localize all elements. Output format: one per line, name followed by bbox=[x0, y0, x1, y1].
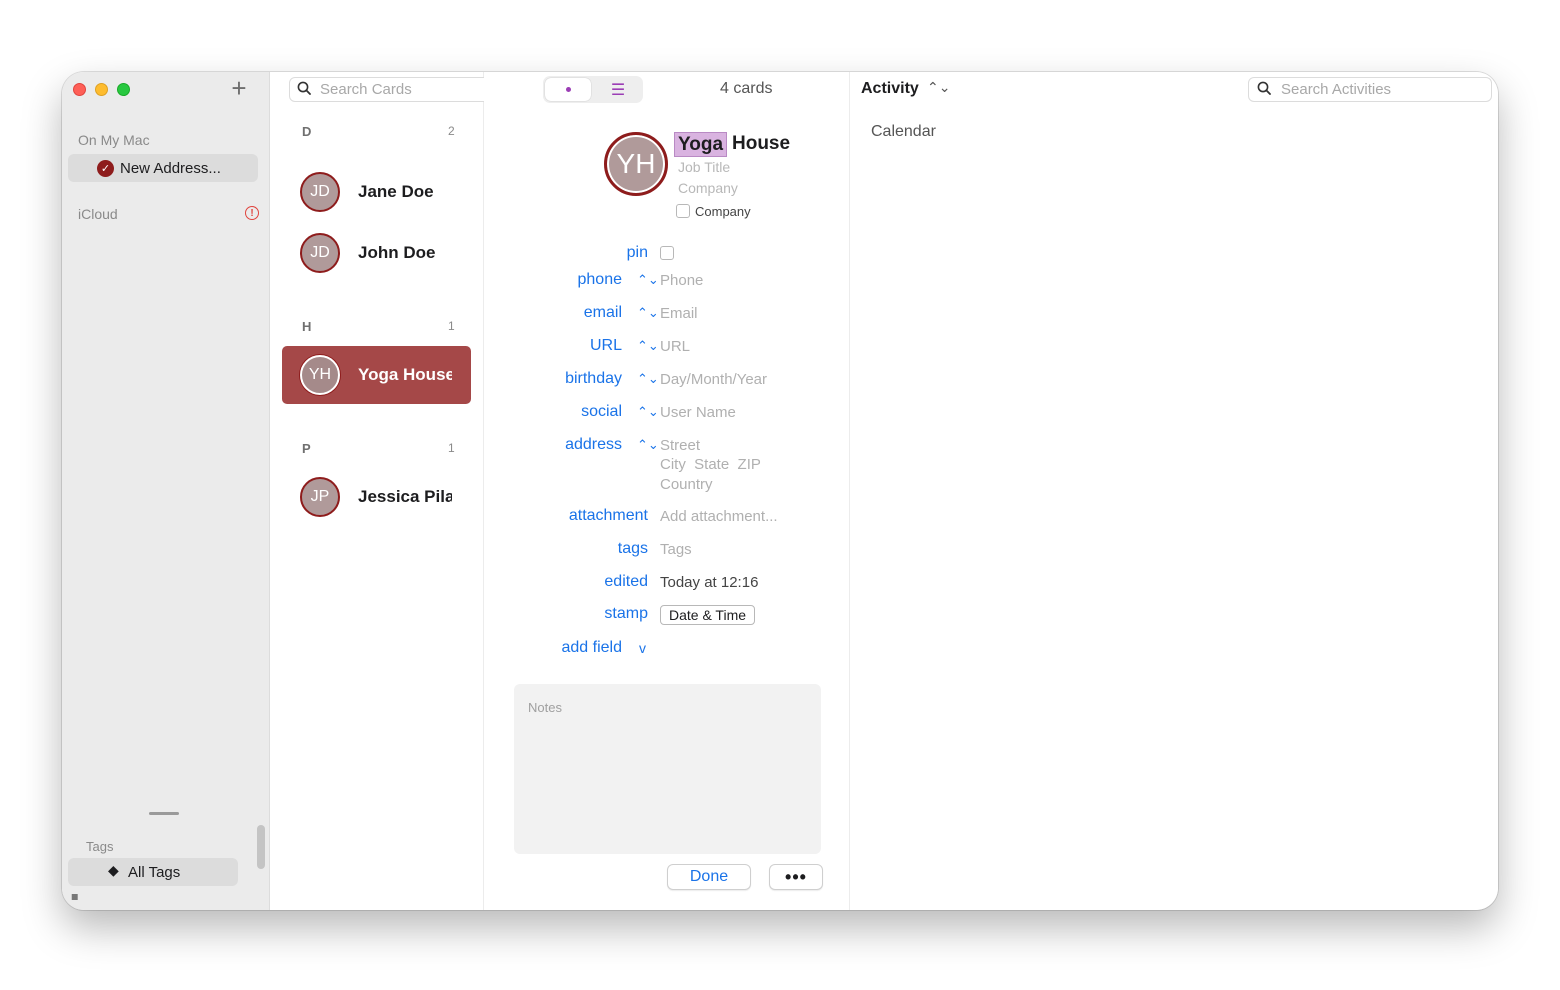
warning-icon[interactable]: ! bbox=[245, 206, 259, 220]
activity-panel: Activity ⌃⌄ Search Activities Calendar bbox=[850, 72, 1498, 910]
contact-name: Jessica Pila bbox=[358, 487, 452, 506]
notes-field[interactable]: Notes bbox=[514, 684, 821, 854]
avatar: JD bbox=[300, 172, 340, 212]
avatar: JP bbox=[300, 477, 340, 517]
search-placeholder: Search Cards bbox=[320, 81, 412, 98]
pin-label: pin bbox=[626, 244, 648, 261]
avatar: JD bbox=[300, 233, 340, 273]
section-label-icloud: iCloud bbox=[78, 206, 118, 222]
section-label-on-my-mac: On My Mac bbox=[78, 132, 150, 148]
sidebar: + On My Mac ✓ New Address... iCloud ! Ta… bbox=[62, 72, 270, 910]
zoom-window-button[interactable] bbox=[117, 83, 130, 96]
phone-field[interactable]: Phone bbox=[660, 272, 703, 289]
tags-field[interactable]: Tags bbox=[660, 541, 692, 558]
dot-icon bbox=[565, 87, 571, 92]
city-state-zip-field[interactable]: City State ZIP bbox=[660, 456, 761, 473]
attachment-label: attachment bbox=[568, 507, 648, 524]
notes-placeholder: Notes bbox=[528, 700, 562, 715]
close-window-button[interactable] bbox=[73, 83, 86, 96]
search-placeholder: Search Activities bbox=[1281, 81, 1392, 98]
email-type-stepper-icon[interactable]: ⌃⌄ bbox=[637, 305, 659, 321]
avatar: YH bbox=[300, 355, 340, 395]
checkmark-circle-icon: ✓ bbox=[97, 159, 114, 177]
group-count-h: 1 bbox=[448, 319, 455, 333]
sidebar-item-new-address-book[interactable]: ✓ New Address... bbox=[68, 154, 258, 182]
contact-john-doe[interactable]: JD John Doe bbox=[282, 224, 471, 282]
email-label[interactable]: email bbox=[544, 304, 622, 322]
card-count: 4 cards bbox=[720, 80, 773, 97]
window-controls bbox=[73, 83, 130, 96]
contact-name: John Doe bbox=[358, 243, 436, 262]
street-field[interactable]: Street bbox=[660, 437, 700, 454]
attachment-field[interactable]: Add attachment... bbox=[660, 508, 778, 525]
card-list: Search Cards D 2 JD Jane Doe JD John Doe… bbox=[270, 72, 531, 910]
calendar-section-label: Calendar bbox=[871, 123, 936, 140]
edited-label: edited bbox=[604, 573, 648, 590]
done-button[interactable]: Done bbox=[667, 864, 751, 890]
url-field[interactable]: URL bbox=[660, 338, 690, 355]
first-name-field[interactable]: Yoga bbox=[674, 132, 728, 157]
phone-label[interactable]: phone bbox=[544, 271, 623, 289]
address-type-stepper-icon[interactable]: ⌃⌄ bbox=[637, 437, 659, 453]
sidebar-item-all-tags[interactable]: ◆ All Tags bbox=[68, 858, 238, 886]
social-label[interactable]: social bbox=[544, 403, 622, 421]
section-label-tags: Tags bbox=[86, 839, 114, 854]
add-field-button[interactable]: add field bbox=[534, 639, 623, 657]
company-checkbox[interactable] bbox=[676, 204, 690, 218]
contact-name: Jane Doe bbox=[358, 182, 434, 201]
contacts-window: + On My Mac ✓ New Address... iCloud ! Ta… bbox=[62, 72, 1498, 910]
card-detail: ☰ 4 cards YH Yoga House Job Title Compan… bbox=[484, 72, 850, 910]
minimize-window-button[interactable] bbox=[95, 83, 108, 96]
contact-jane-doe[interactable]: JD Jane Doe bbox=[282, 163, 471, 221]
social-type-stepper-icon[interactable]: ⌃⌄ bbox=[637, 404, 659, 420]
tag-outline-icon[interactable]: ◆ bbox=[67, 889, 81, 904]
contact-yoga-house[interactable]: YH Yoga House bbox=[282, 346, 471, 404]
edited-value: Today at 12:16 bbox=[660, 574, 759, 591]
group-count-d: 2 bbox=[448, 124, 455, 138]
search-icon bbox=[1257, 81, 1271, 95]
contact-name: Yoga House bbox=[358, 365, 452, 384]
email-field[interactable]: Email bbox=[660, 305, 698, 322]
sidebar-scrollbar[interactable] bbox=[257, 825, 265, 869]
group-header-d: D bbox=[302, 124, 312, 139]
social-field[interactable]: User Name bbox=[660, 404, 736, 421]
group-header-h: H bbox=[302, 319, 312, 334]
company-field[interactable]: Company bbox=[678, 180, 738, 196]
last-name-field[interactable]: House bbox=[732, 133, 790, 155]
search-activities-input[interactable]: Search Activities bbox=[1248, 77, 1492, 102]
list-icon: ☰ bbox=[610, 81, 626, 99]
contact-avatar[interactable]: YH bbox=[604, 132, 668, 196]
tags-label: tags bbox=[617, 540, 648, 557]
group-count-p: 1 bbox=[448, 441, 455, 455]
sidebar-item-label: New Address... bbox=[120, 159, 221, 177]
phone-type-stepper-icon[interactable]: ⌃⌄ bbox=[637, 272, 659, 288]
group-header-p: P bbox=[302, 441, 311, 456]
tag-icon: ◆ bbox=[108, 862, 119, 878]
date-time-stamp-button[interactable]: Date & Time bbox=[660, 605, 756, 625]
more-options-button[interactable]: ••• bbox=[769, 864, 823, 890]
contact-jessica-pila[interactable]: JP Jessica Pila bbox=[282, 468, 471, 526]
country-field[interactable]: Country bbox=[660, 476, 713, 493]
stamp-label: stamp bbox=[604, 605, 648, 622]
job-title-field[interactable]: Job Title bbox=[678, 159, 730, 175]
search-icon bbox=[297, 81, 311, 95]
add-address-book-button[interactable]: + bbox=[226, 75, 252, 103]
birthday-type-stepper-icon[interactable]: ⌃⌄ bbox=[637, 371, 659, 387]
card-view-segment[interactable] bbox=[545, 78, 591, 101]
url-type-stepper-icon[interactable]: ⌃⌄ bbox=[637, 338, 659, 354]
url-label[interactable]: URL bbox=[544, 337, 622, 355]
sidebar-item-label: All Tags bbox=[128, 863, 181, 881]
list-view-segment[interactable]: ☰ bbox=[593, 76, 643, 103]
chevron-down-icon[interactable]: v bbox=[639, 640, 646, 656]
activity-stepper-icon[interactable]: ⌃⌄ bbox=[927, 79, 950, 96]
resize-handle[interactable] bbox=[149, 812, 179, 815]
birthday-field[interactable]: Day/Month/Year bbox=[660, 371, 767, 388]
activity-selector[interactable]: Activity bbox=[861, 80, 919, 98]
birthday-label[interactable]: birthday bbox=[544, 370, 622, 388]
pin-checkbox[interactable] bbox=[660, 246, 674, 260]
address-label[interactable]: address bbox=[544, 436, 622, 454]
company-checkbox-label: Company bbox=[695, 204, 751, 219]
view-mode-segmented-control: ☰ bbox=[543, 76, 643, 103]
